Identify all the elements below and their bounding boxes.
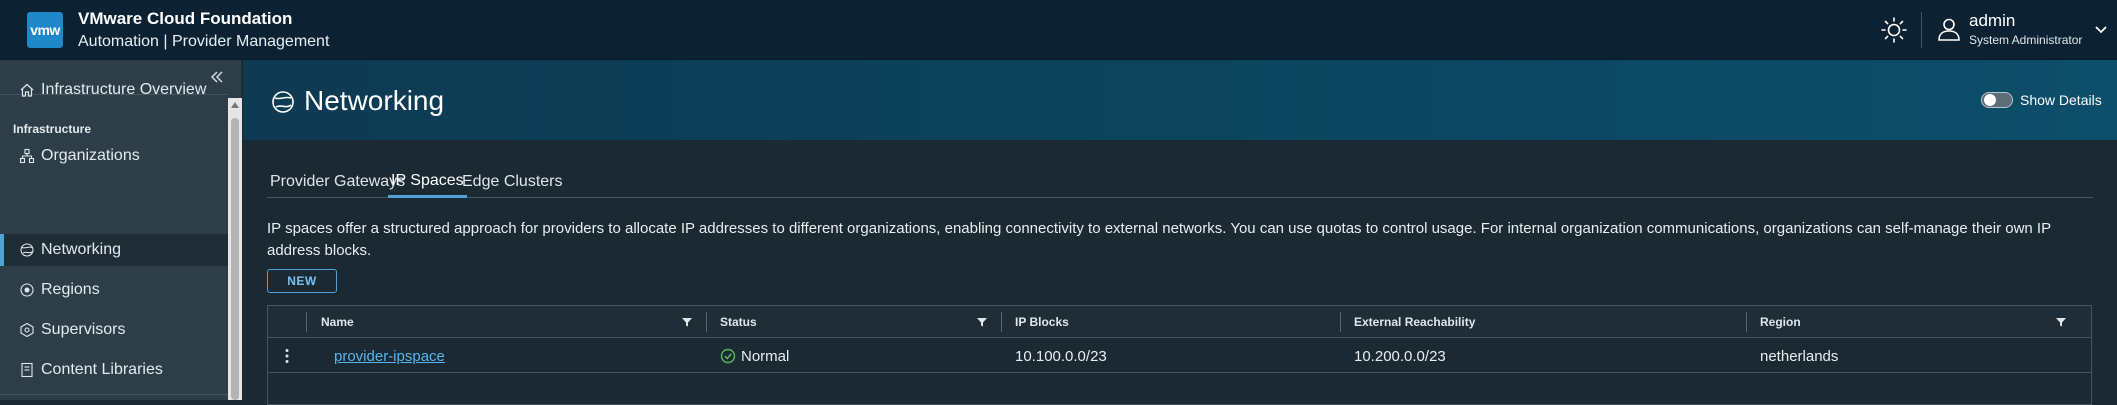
table-row[interactable]: provider-ipspace Normal 10.100.0.0/23 10… [268,339,2091,373]
grid-header: Name Status IP Blocks External Reachabil… [268,306,2091,338]
user-name[interactable]: admin [1969,11,2015,31]
status-ok-check-icon [720,348,736,364]
sidebar-item-supervisors[interactable]: Supervisors [0,314,228,346]
column-separator [1001,312,1002,332]
column-separator [1340,312,1341,332]
cell-external-reachability: 10.200.0.0/23 [1354,347,1446,365]
show-details-toggle-knob[interactable] [1984,94,1996,106]
scroll-up-arrow-icon[interactable] [231,102,239,108]
sidebar-item-networking[interactable]: Networking [0,234,228,266]
top-header: vmw VMware Cloud Foundation Automation |… [0,0,2117,60]
column-header-status[interactable]: Status [720,306,757,338]
main-content: Provider Gateways IP Spaces Edge Cluster… [243,140,2117,405]
regions-icon [20,283,34,297]
home-icon [20,83,34,97]
sidebar-item-regions[interactable]: Regions [0,274,228,306]
sidebar-item-content-libraries[interactable]: Content Libraries [0,354,228,386]
sidebar-item-infrastructure-overview[interactable]: Infrastructure Overview [0,74,228,106]
sidebar-item-label: Networking [41,241,122,258]
page-title: Networking [304,85,445,116]
ip-spaces-grid: Name Status IP Blocks External Reachabil… [267,305,2092,405]
vmware-logo[interactable]: vmw [27,12,63,48]
show-details-label: Show Details [2020,92,2102,108]
content-libraries-icon [21,362,33,378]
app-subtitle: Automation | Provider Management [78,33,330,50]
tab-ip-spaces[interactable]: IP Spaces [388,166,467,198]
sidebar-item-label: Regions [41,281,100,298]
sidebar-divider-bottom [0,394,228,395]
column-header-external-reachability[interactable]: External Reachability [1354,306,1475,338]
sidebar-item-label: Infrastructure Overview [41,81,207,98]
filter-icon[interactable] [681,316,693,328]
page-banner: Networking Show Details [243,60,2117,140]
tab-provider-gateways[interactable]: Provider Gateways [270,166,405,198]
cell-name: provider-ipspace [334,339,445,373]
sidebar [0,60,242,400]
cell-region: netherlands [1760,347,1839,365]
app-title: VMware Cloud Foundation [78,9,293,28]
tab-bar: Provider Gateways IP Spaces Edge Cluster… [267,166,2093,198]
cell-status: Normal [720,339,789,373]
sidebar-item-label: Content Libraries [41,361,163,378]
page-description: IP spaces offer a structured approach fo… [267,220,2051,259]
filter-icon[interactable] [976,316,988,328]
new-button[interactable]: NEW [267,269,337,293]
column-header-ip-blocks[interactable]: IP Blocks [1015,306,1069,338]
sidebar-section-infrastructure: Infrastructure [13,122,92,136]
user-icon[interactable] [1936,16,1962,42]
ip-space-link[interactable]: provider-ipspace [334,348,445,365]
supervisors-icon [20,322,34,338]
status-text: Normal [741,347,790,365]
organizations-icon [19,148,35,164]
sidebar-scrollbar-thumb[interactable] [231,118,239,400]
sidebar-item-organizations[interactable]: Organizations [0,140,228,172]
networking-icon [20,243,34,257]
header-divider [1921,12,1922,48]
cell-ip-blocks: 10.100.0.0/23 [1015,347,1107,365]
networking-icon [272,91,294,113]
sidebar-item-label: Supervisors [41,321,126,338]
column-separator [1746,312,1747,332]
column-separator [306,312,307,332]
user-role: System Administrator [1969,33,2083,47]
theme-toggle-sun-icon[interactable] [1880,16,1908,44]
row-actions-kebab-icon[interactable] [284,348,290,364]
column-separator [706,312,707,332]
tab-edge-clusters[interactable]: Edge Clusters [462,166,563,198]
column-header-region[interactable]: Region [1760,306,1801,338]
sidebar-item-label: Organizations [41,147,140,164]
chevron-down-icon[interactable] [2093,24,2109,36]
column-header-name[interactable]: Name [321,306,354,338]
filter-icon[interactable] [2055,316,2067,328]
